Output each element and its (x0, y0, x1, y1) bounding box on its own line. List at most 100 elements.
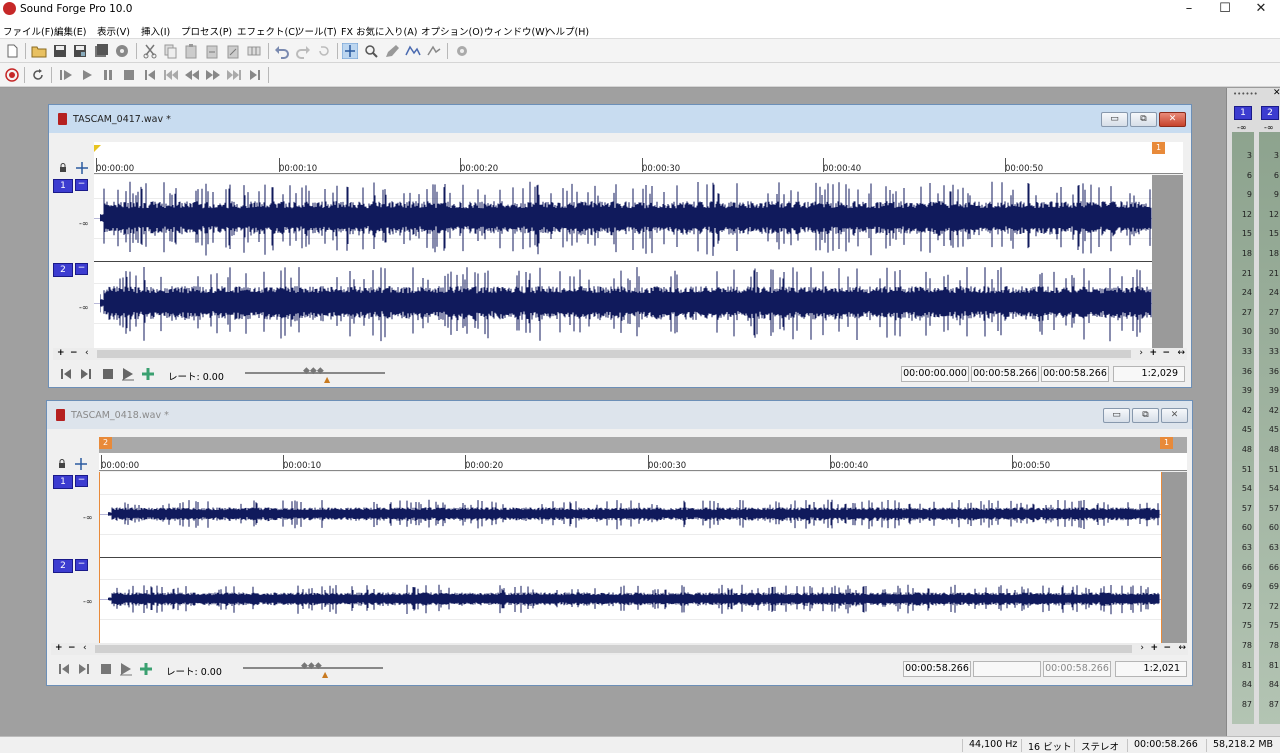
go-to-start-icon[interactable] (142, 67, 158, 83)
document-title-bar[interactable]: TASCAM_0418.wav * ▭ ⧉ ✕ (47, 401, 1192, 429)
redo-icon[interactable] (295, 43, 311, 59)
channel-2-badge[interactable]: 2 (53, 263, 73, 277)
scrollbar-thumb[interactable] (97, 350, 1131, 358)
repeat-icon[interactable] (316, 43, 332, 59)
zoom-out-button[interactable]: − (68, 643, 76, 653)
fast-forward-icon[interactable] (205, 67, 221, 83)
waveform-area[interactable] (99, 472, 1187, 643)
envelope-tool-icon[interactable] (405, 43, 421, 59)
channel-2-collapse-button[interactable]: − (75, 559, 88, 571)
save-all-icon[interactable] (93, 43, 109, 59)
pause-icon[interactable] (100, 67, 116, 83)
event-tool-icon[interactable] (426, 43, 442, 59)
zoom-in-button[interactable]: + (57, 348, 65, 358)
properties-icon[interactable] (454, 43, 470, 59)
doc-restore-button[interactable]: ⧉ (1130, 112, 1157, 127)
edit-tool-icon[interactable] (342, 43, 358, 59)
stop-icon[interactable] (99, 662, 113, 676)
playback-rate-slider[interactable]: ◆◆◆ ▲ (245, 366, 385, 384)
new-file-icon[interactable] (4, 43, 20, 59)
mix-icon[interactable] (204, 43, 220, 59)
meter-channel-1[interactable]: 1 (1234, 106, 1252, 120)
play-all-icon[interactable] (58, 67, 74, 83)
panel-grip[interactable]: •••••• (1233, 90, 1258, 98)
stop-icon[interactable] (101, 367, 115, 381)
fit-level-button[interactable]: ↔ (1178, 643, 1186, 653)
record-icon[interactable] (4, 67, 20, 83)
menu-options[interactable]: オプション(O) (421, 24, 483, 38)
doc-close-button[interactable]: ✕ (1159, 112, 1186, 127)
doc-minimize-button[interactable]: ▭ (1101, 112, 1128, 127)
play-icon[interactable] (79, 67, 95, 83)
document-window-1[interactable]: TASCAM_0417.wav * ▭ ⧉ ✕ 1 − -∞ 2 − -∞ 1 … (48, 104, 1192, 388)
menu-fx-favorites[interactable]: FX お気に入り(A) (341, 24, 417, 38)
panel-close-button[interactable]: ✕ (1273, 88, 1280, 98)
meter-channel-2[interactable]: 2 (1261, 106, 1279, 120)
pencil-tool-icon[interactable] (384, 43, 400, 59)
horizontal-scrollbar[interactable]: + − ‹ › + − ↔ (51, 643, 1188, 655)
lock-icon[interactable] (58, 163, 68, 173)
level-zoom-in-button[interactable]: + (1149, 348, 1157, 358)
lock-icon[interactable] (57, 459, 67, 469)
save-icon[interactable] (52, 43, 68, 59)
trim-icon[interactable] (246, 43, 262, 59)
cursor-snap-icon[interactable] (75, 161, 89, 175)
channel-2-badge[interactable]: 2 (53, 559, 73, 573)
scroll-left-arrow[interactable]: ‹ (83, 643, 87, 653)
fit-level-button[interactable]: ↔ (1177, 348, 1185, 358)
menu-effects[interactable]: エフェクト(C) (237, 24, 299, 38)
menu-insert[interactable]: 挿入(I) (141, 24, 170, 38)
plug-in-chainer-icon[interactable] (141, 367, 155, 381)
go-to-end-icon[interactable] (79, 367, 93, 381)
magnify-tool-icon[interactable] (363, 43, 379, 59)
horizontal-scrollbar[interactable]: + − ‹ › + − ↔ (53, 348, 1187, 360)
stop-icon[interactable] (121, 67, 137, 83)
go-to-start-icon[interactable] (59, 367, 73, 381)
go-to-end-icon[interactable] (77, 662, 91, 676)
marker-bar[interactable]: 2 1 (99, 437, 1187, 453)
play-icon[interactable] (119, 662, 133, 676)
scrollbar-thumb[interactable] (95, 645, 1132, 653)
menu-view[interactable]: 表示(V) (97, 24, 130, 38)
menu-process[interactable]: プロセス(P) (181, 24, 232, 38)
copy-icon[interactable] (162, 43, 178, 59)
zoom-ratio[interactable]: 1:2,021 (1115, 661, 1187, 677)
play-icon[interactable] (121, 367, 135, 381)
render-icon[interactable] (114, 43, 130, 59)
scroll-right-arrow[interactable]: › (1139, 348, 1143, 358)
zoom-in-button[interactable]: + (55, 643, 63, 653)
zoom-out-button[interactable]: − (70, 348, 78, 358)
level-zoom-out-button[interactable]: − (1162, 348, 1170, 358)
cut-icon[interactable] (142, 43, 158, 59)
channel-1-badge[interactable]: 1 (53, 475, 73, 489)
end-marker-flag[interactable]: 1 (1160, 437, 1173, 449)
channel-1-collapse-button[interactable]: − (75, 179, 88, 191)
waveform-area[interactable] (94, 175, 1183, 348)
menu-tools[interactable]: ツール(T) (295, 24, 337, 38)
channel-2-collapse-button[interactable]: − (75, 263, 88, 275)
menu-edit[interactable]: 編集(E) (54, 24, 86, 38)
plug-in-chainer-icon[interactable] (139, 662, 153, 676)
close-button[interactable]: ✕ (1243, 0, 1279, 20)
document-window-2[interactable]: TASCAM_0418.wav * ▭ ⧉ ✕ 1 − -∞ 2 − -∞ 2 … (46, 400, 1193, 686)
menu-help[interactable]: ヘルプ(H) (546, 24, 589, 38)
menu-window[interactable]: ウィンドウ(W) (484, 24, 548, 38)
scroll-right-arrow[interactable]: › (1140, 643, 1144, 653)
slider-handle-icon[interactable]: ◆◆◆ (303, 366, 324, 376)
time-ruler[interactable]: 00:00:00 00:00:10 00:00:20 00:00:30 00:0… (94, 156, 1183, 174)
level-zoom-out-button[interactable]: − (1163, 643, 1171, 653)
doc-close-button[interactable]: ✕ (1161, 408, 1188, 423)
open-folder-icon[interactable] (31, 43, 47, 59)
crossfade-icon[interactable] (225, 43, 241, 59)
go-to-start-icon[interactable] (57, 662, 71, 676)
zoom-ratio[interactable]: 1:2,029 (1113, 366, 1185, 382)
scroll-left-arrow[interactable]: ‹ (85, 348, 89, 358)
slider-handle-icon[interactable]: ◆◆◆ (301, 661, 322, 671)
start-marker-flag[interactable]: 2 (99, 437, 112, 449)
time-ruler[interactable]: 00:00:00 00:00:10 00:00:20 00:00:30 00:0… (99, 453, 1187, 471)
document-title-bar[interactable]: TASCAM_0417.wav * ▭ ⧉ ✕ (49, 105, 1191, 133)
doc-restore-button[interactable]: ⧉ (1132, 408, 1159, 423)
save-as-icon[interactable] (72, 43, 88, 59)
cursor-snap-icon[interactable] (74, 457, 88, 471)
undo-icon[interactable] (274, 43, 290, 59)
